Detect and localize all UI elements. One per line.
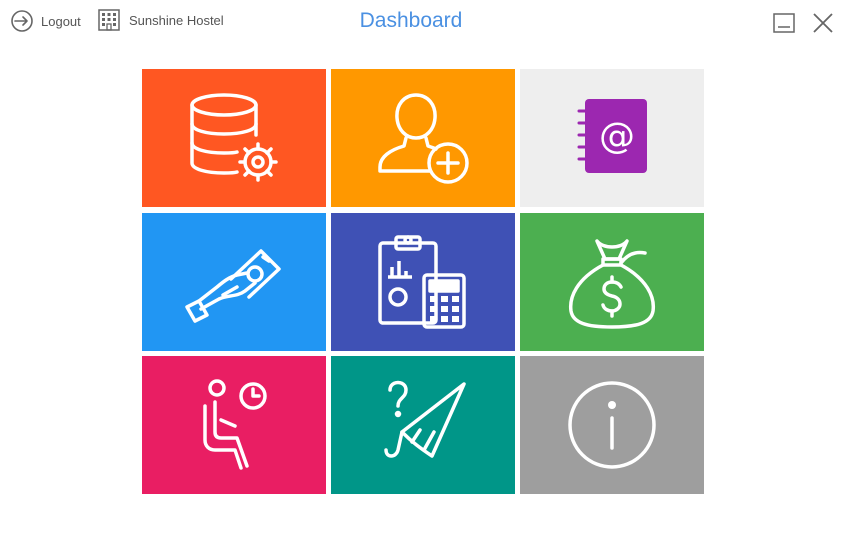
close-button[interactable] bbox=[811, 11, 835, 35]
waiting-room-icon bbox=[203, 379, 267, 470]
lost-and-found-icon bbox=[384, 380, 466, 458]
close-icon bbox=[813, 13, 833, 33]
tile-database-settings[interactable] bbox=[142, 69, 326, 207]
tile-address-book[interactable]: @ bbox=[520, 69, 704, 207]
money-bag-icon bbox=[568, 239, 656, 329]
page-title: Dashboard bbox=[359, 9, 463, 32]
tile-add-user[interactable] bbox=[331, 69, 515, 207]
address-book-icon: @ bbox=[577, 99, 647, 173]
database-settings-icon bbox=[190, 93, 278, 182]
payment-hand-icon bbox=[185, 249, 281, 323]
tile-info[interactable] bbox=[520, 356, 704, 494]
tile-payment[interactable] bbox=[142, 213, 326, 351]
minimize-button[interactable] bbox=[772, 11, 796, 35]
minimize-icon bbox=[773, 13, 795, 33]
tile-waiting-room[interactable] bbox=[142, 356, 326, 494]
tile-lost-and-found[interactable] bbox=[331, 356, 515, 494]
dashboard-grid: @ bbox=[142, 69, 704, 494]
add-user-icon bbox=[378, 93, 469, 184]
tile-money-bag[interactable] bbox=[520, 213, 704, 351]
top-bar: Logout Sunshine Hostel Dashboard bbox=[0, 0, 849, 44]
info-icon bbox=[568, 381, 656, 469]
accounting-calculator-icon bbox=[378, 235, 466, 329]
svg-text:@: @ bbox=[599, 116, 635, 157]
tile-accounting[interactable] bbox=[331, 213, 515, 351]
